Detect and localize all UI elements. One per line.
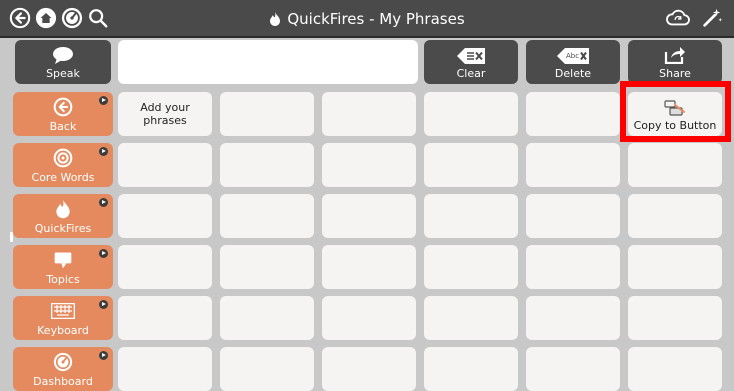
phrase-cell[interactable]	[322, 143, 416, 187]
search-icon[interactable]	[86, 6, 110, 30]
phrase-cell[interactable]	[628, 296, 722, 340]
back-arrow-icon	[51, 96, 75, 118]
flame-icon	[51, 198, 75, 220]
sidebar-item-dashboard[interactable]: Dashboard	[13, 347, 113, 391]
target-icon	[51, 147, 75, 169]
copy-to-button-icon	[664, 100, 685, 116]
clear-label: Clear	[456, 67, 486, 80]
speak-label: Speak	[46, 67, 80, 80]
flame-icon	[269, 2, 281, 40]
add-phrases-label: Add your phrases	[140, 101, 190, 127]
phrase-cell[interactable]	[220, 347, 314, 391]
phrase-cell[interactable]	[220, 296, 314, 340]
keyboard-icon	[51, 300, 75, 322]
share-label: Share	[659, 67, 691, 80]
phrase-cell[interactable]	[628, 347, 722, 391]
sidebar-item-label: Back	[49, 120, 77, 133]
phrase-cell-add[interactable]: Add your phrases	[118, 92, 212, 136]
phrase-cell[interactable]	[322, 194, 416, 238]
phrase-cell[interactable]	[628, 143, 722, 187]
speech-bubble-icon	[51, 249, 75, 271]
sidebar-item-back[interactable]: Back	[13, 92, 113, 136]
phrase-cell[interactable]	[526, 143, 620, 187]
sidebar-item-label: Keyboard	[37, 324, 89, 337]
page-title: QuickFires - My Phrases	[0, 0, 734, 38]
delete-label: Delete	[554, 67, 592, 80]
phrase-cell[interactable]	[424, 143, 518, 187]
phrase-cell[interactable]	[322, 92, 416, 136]
home-icon[interactable]	[34, 6, 58, 30]
phrase-cell[interactable]	[118, 296, 212, 340]
sidebar-scroll-handle[interactable]	[10, 232, 13, 242]
page-title-text: QuickFires - My Phrases	[287, 10, 465, 28]
expand-dot-icon	[99, 249, 108, 258]
phrase-cell[interactable]	[424, 194, 518, 238]
phrase-cell[interactable]	[220, 143, 314, 187]
sidebar-item-keyboard[interactable]: Keyboard	[13, 296, 113, 340]
expand-dot-icon	[99, 147, 108, 156]
sidebar-item-label: Topics	[46, 273, 80, 286]
phrase-cell[interactable]	[118, 143, 212, 187]
share-icon	[664, 47, 685, 64]
expand-dot-icon	[99, 351, 108, 360]
phrase-cell[interactable]	[118, 245, 212, 289]
copy-to-button-label: Copy to Button	[633, 119, 717, 132]
phrase-cell[interactable]	[628, 245, 722, 289]
clear-button[interactable]: Clear	[424, 40, 518, 84]
phrase-cell[interactable]	[322, 347, 416, 391]
phrase-cell[interactable]	[628, 194, 722, 238]
dashboard-icon	[51, 351, 75, 373]
phrase-cell[interactable]	[322, 245, 416, 289]
clear-icon	[457, 48, 485, 64]
phrase-cell[interactable]	[118, 347, 212, 391]
phrase-cell[interactable]	[526, 92, 620, 136]
phrase-cell[interactable]	[424, 92, 518, 136]
phrase-cell[interactable]	[118, 194, 212, 238]
expand-dot-icon	[99, 96, 108, 105]
app-frame: QuickFires - My Phrases Speak Clear Abc …	[0, 0, 734, 391]
phrase-cell[interactable]	[220, 194, 314, 238]
speech-bubble-icon	[53, 47, 73, 64]
sidebar-item-core-words[interactable]: Core Words	[13, 143, 113, 187]
wand-icon[interactable]	[700, 6, 724, 30]
sidebar-item-label: QuickFires	[34, 222, 92, 235]
expand-dot-icon	[99, 198, 108, 207]
sidebar-item-topics[interactable]: Topics	[13, 245, 113, 289]
phrase-cell[interactable]	[220, 245, 314, 289]
message-bar[interactable]	[118, 40, 418, 84]
phrase-cell[interactable]	[526, 296, 620, 340]
back-arrow-icon[interactable]	[8, 6, 32, 30]
sidebar-item-quickfires[interactable]: QuickFires	[13, 194, 113, 238]
sidebar-item-label: Core Words	[31, 171, 95, 184]
phrase-cell[interactable]	[424, 245, 518, 289]
phrase-cell[interactable]	[220, 92, 314, 136]
cloud-sync-icon[interactable]	[664, 6, 692, 30]
speak-button[interactable]: Speak	[15, 40, 111, 84]
phrase-cell[interactable]	[526, 245, 620, 289]
phrase-cell[interactable]	[424, 347, 518, 391]
phrase-cell[interactable]	[322, 296, 416, 340]
title-bar: QuickFires - My Phrases	[0, 0, 734, 38]
dashboard-icon[interactable]	[60, 6, 84, 30]
share-button[interactable]: Share	[628, 40, 722, 84]
phrase-cell[interactable]	[526, 347, 620, 391]
sidebar-item-label: Dashboard	[33, 375, 93, 388]
expand-dot-icon	[99, 300, 108, 309]
delete-button[interactable]: Abc Delete	[526, 40, 620, 84]
copy-to-button-cell[interactable]: Copy to Button	[628, 92, 722, 136]
phrase-cell[interactable]	[526, 194, 620, 238]
action-row: Speak Clear Abc Delete Share	[0, 38, 734, 88]
delete-key-icon: Abc	[557, 48, 589, 64]
phrase-cell[interactable]	[424, 296, 518, 340]
delete-key-text: Abc	[566, 52, 580, 60]
